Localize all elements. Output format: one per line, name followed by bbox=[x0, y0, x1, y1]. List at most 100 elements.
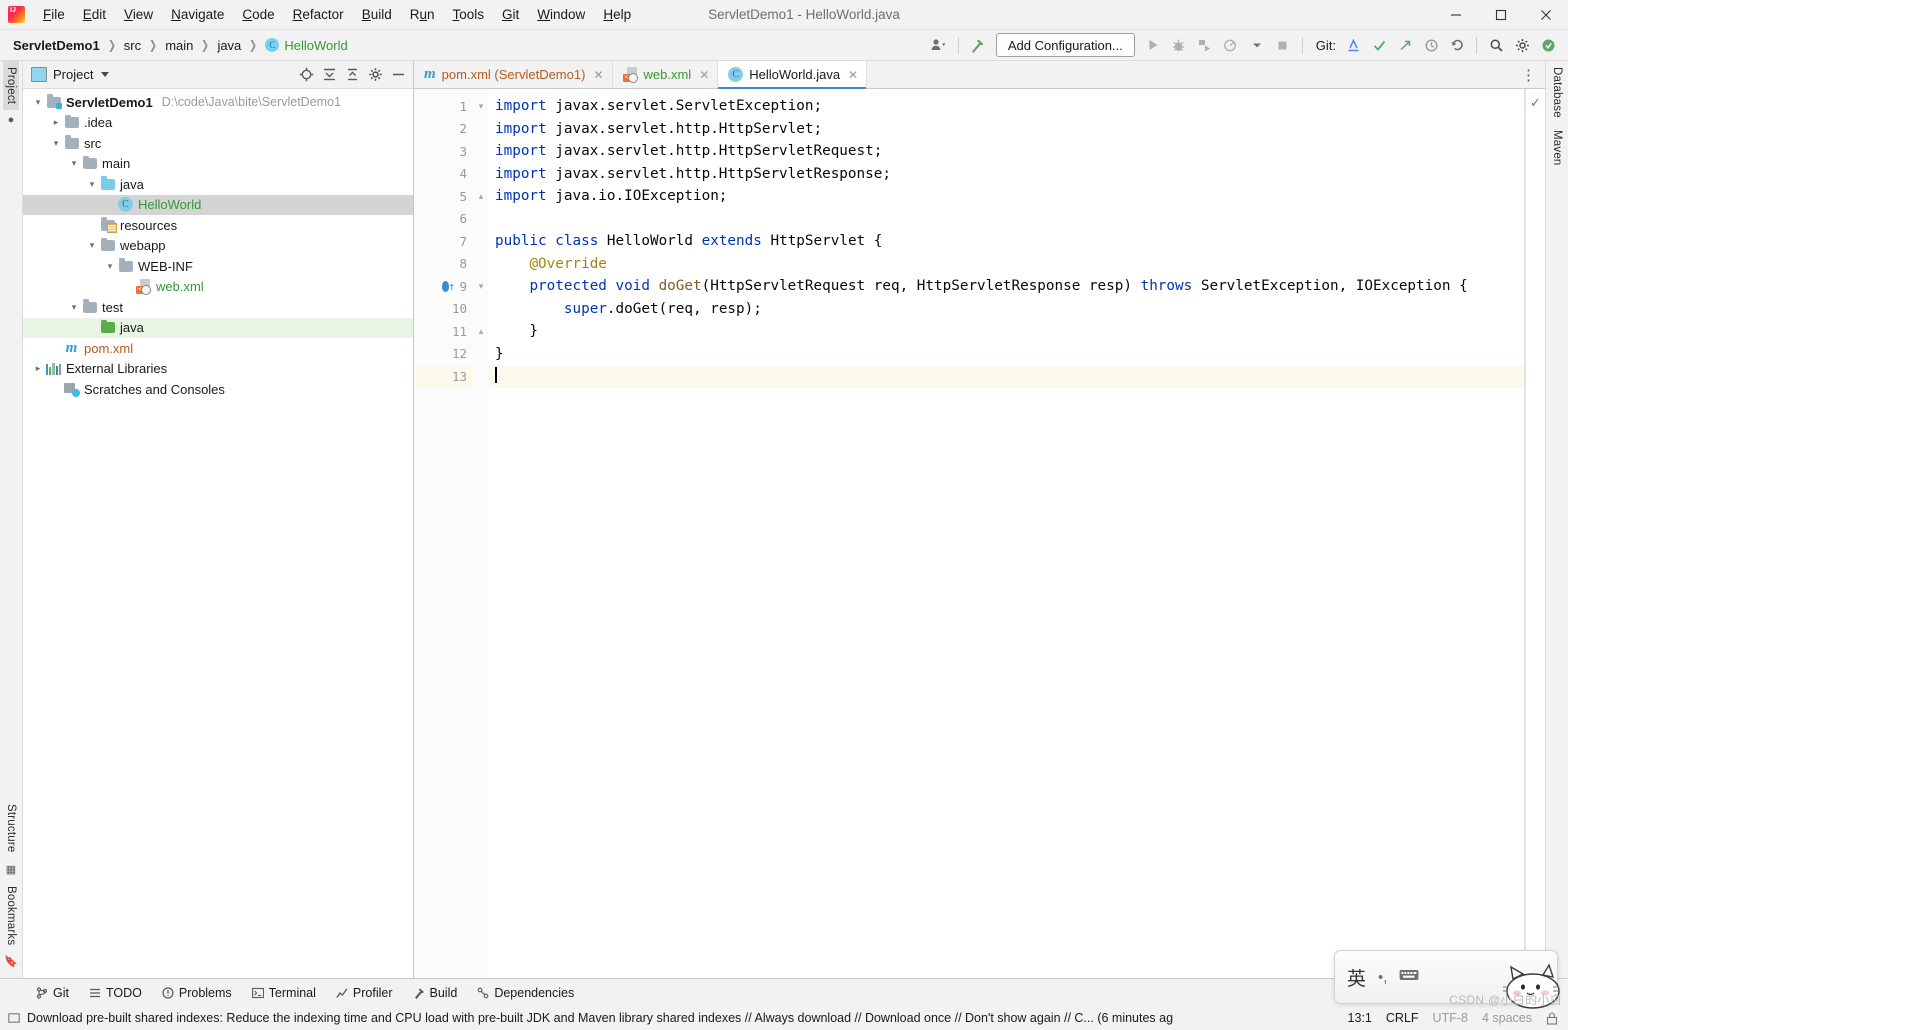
editor-gutter[interactable]: 1 2 3 4 5 6 7 8 ↑ 9 10 11 bbox=[414, 89, 474, 978]
run-coverage-icon[interactable] bbox=[1193, 33, 1217, 57]
tool-window-build[interactable]: Build bbox=[403, 983, 468, 1003]
debug-icon[interactable] bbox=[1167, 33, 1191, 57]
code-content[interactable]: import javax.servlet.ServletException; i… bbox=[488, 89, 1525, 978]
tree-node-test[interactable]: ▾ test bbox=[23, 297, 413, 318]
rail-tab-structure[interactable]: Structure bbox=[3, 798, 19, 858]
file-encoding[interactable]: UTF-8 bbox=[1433, 1011, 1468, 1025]
menu-git[interactable]: Git bbox=[493, 4, 528, 25]
inspection-ok-icon[interactable]: ✓ bbox=[1530, 95, 1541, 111]
code-editor[interactable]: 1 2 3 4 5 6 7 8 ↑ 9 10 11 bbox=[414, 89, 1545, 978]
minimize-button[interactable] bbox=[1433, 0, 1478, 29]
menu-view[interactable]: View bbox=[115, 4, 162, 25]
breadcrumb-item-src[interactable]: src bbox=[122, 37, 143, 54]
twisty-open-icon[interactable]: ▾ bbox=[103, 262, 117, 271]
user-settings-icon[interactable] bbox=[927, 33, 951, 57]
chevron-down-icon[interactable] bbox=[1245, 33, 1269, 57]
close-icon[interactable]: ✕ bbox=[699, 68, 709, 82]
editor-tab-web-xml[interactable]: < web.xml ✕ bbox=[613, 61, 719, 88]
tree-node-external-libraries[interactable]: ▸ External Libraries bbox=[23, 359, 413, 380]
project-tree[interactable]: ▾ ServletDemo1 D:\code\Java\bite\Servlet… bbox=[23, 89, 413, 978]
hide-panel-icon[interactable] bbox=[387, 64, 409, 86]
notifications-icon[interactable] bbox=[1536, 33, 1560, 57]
tree-node-web-inf[interactable]: ▾ WEB-INF bbox=[23, 256, 413, 277]
search-everywhere-icon[interactable] bbox=[1484, 33, 1508, 57]
tree-node-src[interactable]: ▾ src bbox=[23, 133, 413, 154]
more-options-icon[interactable]: ⋮ bbox=[1521, 66, 1537, 84]
expand-all-icon[interactable] bbox=[318, 64, 340, 86]
profiler-icon[interactable] bbox=[1219, 33, 1243, 57]
git-update-icon[interactable] bbox=[1341, 33, 1365, 57]
fold-region-method-end-icon[interactable]: ▴ bbox=[474, 320, 488, 343]
tool-window-terminal[interactable]: Terminal bbox=[242, 983, 326, 1003]
tree-node-web-xml[interactable]: ▸ < web.xml bbox=[23, 277, 413, 298]
menu-edit[interactable]: Edit bbox=[74, 4, 115, 25]
tree-node-resources[interactable]: ▸ resources bbox=[23, 215, 413, 236]
status-message[interactable]: Download pre-built shared indexes: Reduc… bbox=[27, 1011, 1173, 1025]
structure-rail-icon[interactable]: ▦ bbox=[6, 863, 16, 876]
tree-node-test-java[interactable]: ▸ java bbox=[23, 318, 413, 339]
menu-tools[interactable]: Tools bbox=[444, 4, 494, 25]
twisty-open-icon[interactable]: ▾ bbox=[85, 241, 99, 250]
stop-icon[interactable] bbox=[1271, 33, 1295, 57]
ime-tool-icon[interactable]: •, bbox=[1378, 969, 1387, 986]
tree-node-pom-xml[interactable]: ▸ m pom.xml bbox=[23, 338, 413, 359]
close-button[interactable] bbox=[1523, 0, 1568, 29]
override-method-icon[interactable]: ↑ bbox=[442, 280, 455, 293]
tree-node-scratches-and-consoles[interactable]: ▸ Scratches and Consoles bbox=[23, 379, 413, 400]
tool-window-todo[interactable]: TODO bbox=[79, 983, 152, 1003]
menu-file[interactable]: File bbox=[34, 4, 74, 25]
menu-navigate[interactable]: Navigate bbox=[162, 4, 233, 25]
collapse-all-icon[interactable] bbox=[341, 64, 363, 86]
indent-setting[interactable]: 4 spaces bbox=[1482, 1011, 1532, 1025]
editor-tab-pom-xml[interactable]: m pom.xml (ServletDemo1) ✕ bbox=[414, 61, 613, 88]
breadcrumb-item-java[interactable]: java bbox=[215, 37, 243, 54]
undo-icon[interactable] bbox=[1445, 33, 1469, 57]
breadcrumb-item-main[interactable]: main bbox=[163, 37, 195, 54]
close-icon[interactable]: ✕ bbox=[848, 68, 858, 82]
tool-window-profiler[interactable]: Profiler bbox=[326, 983, 403, 1003]
twisty-open-icon[interactable]: ▾ bbox=[85, 180, 99, 189]
menu-help[interactable]: Help bbox=[594, 4, 640, 25]
twisty-open-icon[interactable]: ▾ bbox=[31, 98, 45, 107]
breadcrumb-item-project[interactable]: ServletDemo1 bbox=[11, 37, 102, 54]
menu-window[interactable]: Window bbox=[528, 4, 594, 25]
gutter-line-with-marker[interactable]: ↑ 9 bbox=[414, 275, 474, 298]
tool-window-problems[interactable]: Problems bbox=[152, 983, 242, 1003]
menu-run[interactable]: Run bbox=[401, 4, 444, 25]
tree-node-idea[interactable]: ▸ .idea bbox=[23, 113, 413, 134]
tool-window-dependencies[interactable]: Dependencies bbox=[467, 983, 584, 1003]
breadcrumb-item-class[interactable]: C HelloWorld bbox=[263, 37, 349, 54]
tree-node-main[interactable]: ▾ main bbox=[23, 154, 413, 175]
keyboard-icon[interactable] bbox=[1399, 968, 1419, 986]
twisty-open-icon[interactable]: ▾ bbox=[67, 303, 81, 312]
rail-tab-maven[interactable]: Maven bbox=[1549, 124, 1565, 172]
fold-region-method-icon[interactable]: ▾ bbox=[474, 275, 488, 298]
rail-tab-database[interactable]: Database bbox=[1549, 61, 1565, 124]
twisty-open-icon[interactable]: ▾ bbox=[49, 139, 63, 148]
fold-region-end-icon[interactable]: ▴ bbox=[474, 185, 488, 208]
menu-code[interactable]: Code bbox=[233, 4, 283, 25]
twisty-closed-icon[interactable]: ▸ bbox=[49, 118, 63, 127]
ime-mode-label[interactable]: 英 bbox=[1347, 964, 1366, 991]
menu-build[interactable]: Build bbox=[353, 4, 401, 25]
twisty-open-icon[interactable]: ▾ bbox=[67, 159, 81, 168]
hammer-build-icon[interactable] bbox=[966, 33, 990, 57]
settings-gear-icon[interactable] bbox=[1510, 33, 1534, 57]
menu-refactor[interactable]: Refactor bbox=[284, 4, 353, 25]
rail-tab-bookmarks[interactable]: Bookmarks bbox=[3, 880, 19, 951]
chevron-down-icon[interactable] bbox=[101, 72, 109, 77]
tree-node-servletdemo1[interactable]: ▾ ServletDemo1 D:\code\Java\bite\Servlet… bbox=[23, 92, 413, 113]
maximize-button[interactable] bbox=[1478, 0, 1523, 29]
git-commit-icon[interactable] bbox=[1367, 33, 1391, 57]
tree-node-helloworld[interactable]: ▸ C HelloWorld bbox=[23, 195, 413, 216]
commit-rail-icon[interactable]: ● bbox=[8, 114, 15, 126]
run-icon[interactable] bbox=[1141, 33, 1165, 57]
close-icon[interactable]: ✕ bbox=[593, 68, 603, 82]
editor-markup-bar[interactable]: ✓ bbox=[1525, 89, 1545, 978]
editor-tab-helloworld-java[interactable]: C HelloWorld.java ✕ bbox=[718, 61, 867, 88]
fold-region-imports-icon[interactable]: ▾ bbox=[474, 95, 488, 118]
add-configuration-button[interactable]: Add Configuration... bbox=[996, 33, 1135, 57]
caret-position[interactable]: 13:1 bbox=[1348, 1011, 1372, 1025]
settings-gear-icon[interactable] bbox=[364, 64, 386, 86]
tool-window-git[interactable]: Git bbox=[26, 983, 79, 1003]
